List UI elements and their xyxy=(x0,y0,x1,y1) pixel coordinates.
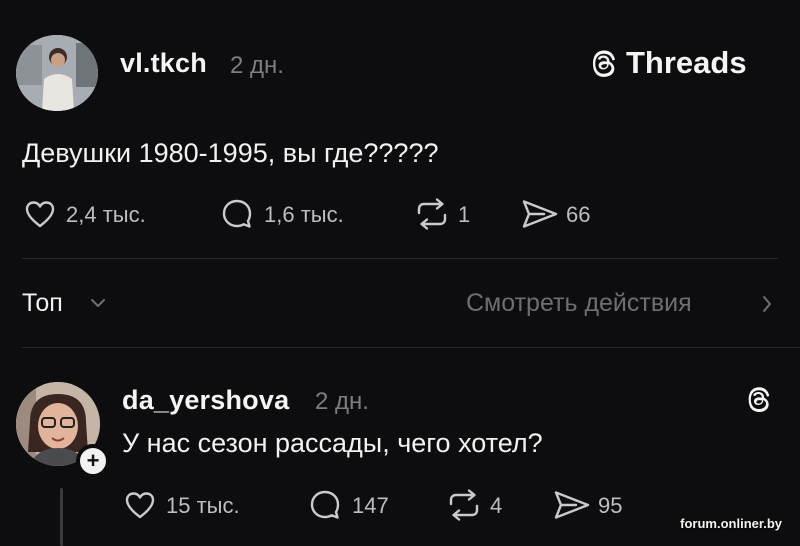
reply-icon[interactable] xyxy=(220,197,254,231)
like-icon[interactable] xyxy=(124,490,156,520)
divider xyxy=(22,258,778,259)
post-share-count: 66 xyxy=(566,202,591,227)
chevron-right-icon[interactable] xyxy=(761,294,773,314)
post-author-avatar[interactable] xyxy=(16,35,98,111)
view-activity-link[interactable]: Смотреть действия xyxy=(466,289,692,318)
post-username[interactable]: vl.tkch xyxy=(120,48,207,79)
threads-brand-label: Threads xyxy=(626,45,747,80)
divider xyxy=(22,347,800,348)
post-like-count: 2,4 тыс. xyxy=(66,202,146,227)
share-icon[interactable] xyxy=(520,197,560,231)
reply-username[interactable]: da_yershova xyxy=(122,385,289,416)
repost-icon[interactable] xyxy=(412,197,452,231)
watermark: forum.onliner.by xyxy=(680,516,782,531)
post-timestamp: 2 дн. xyxy=(230,52,284,79)
reply-icon[interactable] xyxy=(308,488,342,522)
repost-icon[interactable] xyxy=(444,488,484,522)
post-text: Девушки 1980-1995, вы где????? xyxy=(22,138,439,168)
sort-selector[interactable]: Топ xyxy=(22,289,63,318)
reply-text: У нас сезон рассады, чего хотел? xyxy=(122,428,543,458)
post-repost-count: 1 xyxy=(458,202,471,227)
post-reply-count: 1,6 тыс. xyxy=(264,202,344,227)
reply-timestamp: 2 дн. xyxy=(315,388,369,415)
like-icon[interactable] xyxy=(24,199,56,229)
threads-logo-icon xyxy=(744,384,774,414)
follow-plus-button[interactable]: + xyxy=(76,444,110,478)
reply-reply-count: 147 xyxy=(352,493,389,518)
share-icon[interactable] xyxy=(552,488,592,522)
chevron-down-icon[interactable] xyxy=(90,297,106,309)
threads-brand: Threads xyxy=(588,45,747,81)
reply-like-count: 15 тыс. xyxy=(166,493,240,518)
reply-repost-count: 4 xyxy=(490,493,503,518)
thread-connector-line xyxy=(60,488,63,546)
reply-share-count: 95 xyxy=(598,493,623,518)
threads-logo-icon xyxy=(588,47,620,79)
